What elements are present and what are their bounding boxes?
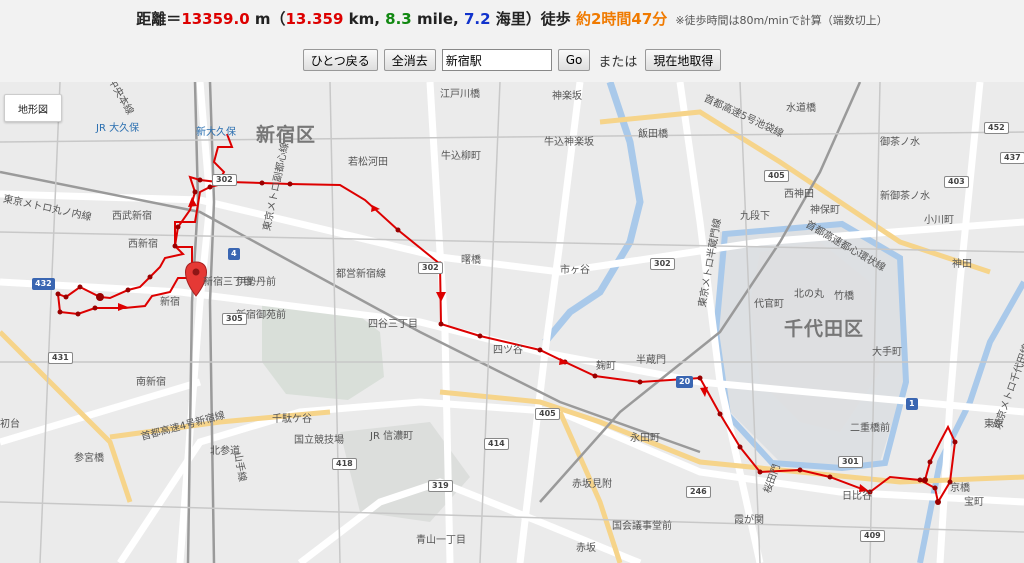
place-label: JR 大久保 bbox=[96, 123, 140, 134]
map-area[interactable]: 地形図 新宿区 千代田区 JR 大久保 新大久保 中央本線 東京メトロ丸ノ内線 … bbox=[0, 82, 1024, 563]
or-text: または bbox=[598, 54, 638, 70]
terrain-toggle-button[interactable]: 地形図 bbox=[4, 94, 62, 122]
place-label: 神田 bbox=[952, 259, 972, 270]
place-label: 南新宿 bbox=[136, 377, 166, 388]
distance-readout: 距離＝13359.0 m（13.359 km, 8.3 mile, 7.2 海里… bbox=[0, 8, 1024, 29]
top-bar: 距離＝13359.0 m（13.359 km, 8.3 mile, 7.2 海里… bbox=[0, 0, 1024, 82]
place-label: 宝町 bbox=[964, 497, 984, 508]
route-shield: 403 bbox=[944, 176, 969, 188]
ward-label: 千代田区 bbox=[784, 318, 865, 340]
place-label: 九段下 bbox=[740, 211, 770, 222]
route-shield: 405 bbox=[764, 170, 789, 182]
place-label: 霞が関 bbox=[734, 515, 764, 526]
route-shield: 246 bbox=[686, 486, 711, 498]
place-label: 代官町 bbox=[754, 299, 784, 310]
place-label: 若松河田 bbox=[348, 157, 388, 168]
route-shield: 414 bbox=[484, 438, 509, 450]
route-shield: 302 bbox=[418, 262, 443, 274]
route-shield: 319 bbox=[428, 480, 453, 492]
place-label: 初台 bbox=[0, 419, 20, 430]
place-label: 新大久保 bbox=[196, 127, 236, 138]
place-label: 国会議事堂前 bbox=[612, 521, 672, 532]
route-shield: 437 bbox=[1000, 152, 1024, 164]
route-shield: 1 bbox=[906, 398, 918, 410]
route-shield: 301 bbox=[838, 456, 863, 468]
place-label: 牛込神楽坂 bbox=[544, 137, 594, 148]
place-label: 四ツ谷 bbox=[493, 345, 523, 356]
route-shield: 405 bbox=[535, 408, 560, 420]
walk-note: ※徒歩時間は80m/minで計算（端数切上） bbox=[675, 14, 888, 27]
walk-label: 徒歩 bbox=[540, 10, 576, 28]
distance-meters: 13359.0 bbox=[181, 10, 250, 28]
route-shield: 432 bbox=[32, 278, 55, 290]
place-label: 西武新宿 bbox=[112, 211, 152, 222]
go-button[interactable]: Go bbox=[557, 49, 591, 71]
place-label: 参宮橋 bbox=[74, 453, 104, 464]
distance-km-unit: km, bbox=[343, 10, 386, 28]
place-label: 青山一丁目 bbox=[416, 535, 466, 546]
route-shield: 452 bbox=[984, 122, 1009, 134]
place-label: 国立競技場 bbox=[294, 435, 344, 446]
controls-row: ひとつ戻る 全消去 Go または 現在地取得 bbox=[0, 49, 1024, 71]
place-label: 曙橋 bbox=[461, 255, 481, 266]
place-label: 都営新宿線 bbox=[336, 269, 386, 280]
place-label: 半蔵門 bbox=[636, 355, 666, 366]
place-label: 赤坂 bbox=[576, 543, 596, 554]
place-label: 新宿 bbox=[160, 297, 180, 308]
distance-mile: 8.3 bbox=[385, 10, 412, 28]
undo-button[interactable]: ひとつ戻る bbox=[302, 49, 378, 71]
clear-all-button[interactable]: 全消去 bbox=[383, 49, 436, 71]
distance-mile-unit: mile, bbox=[411, 10, 464, 28]
current-location-button[interactable]: 現在地取得 bbox=[645, 49, 722, 71]
route-shield: 302 bbox=[212, 174, 237, 186]
place-label: 竹橋 bbox=[834, 291, 854, 302]
place-label: 北の丸 bbox=[794, 289, 824, 300]
place-label: 永田町 bbox=[630, 433, 660, 444]
place-label: 西神田 bbox=[784, 189, 814, 200]
place-label: 大手町 bbox=[872, 347, 902, 358]
route-shield: 418 bbox=[332, 458, 357, 470]
place-label: 市ヶ谷 bbox=[560, 265, 590, 276]
route-shield: 20 bbox=[676, 376, 694, 388]
route-shield: 305 bbox=[222, 313, 247, 325]
place-label: 新御茶ノ水 bbox=[880, 191, 930, 202]
distance-km: 13.359 bbox=[285, 10, 344, 28]
place-label: 四谷三丁目 bbox=[368, 319, 418, 330]
place-label: 二重橋前 bbox=[850, 423, 890, 434]
place-label: 西新宿 bbox=[128, 239, 158, 250]
place-label: JR 信濃町 bbox=[370, 431, 414, 442]
place-label: 飯田橋 bbox=[638, 129, 668, 140]
place-label: 赤坂見附 bbox=[572, 479, 612, 490]
place-label: 牛込柳町 bbox=[441, 151, 481, 162]
route-shield: 409 bbox=[860, 530, 885, 542]
distance-nm: 7.2 bbox=[463, 10, 491, 28]
place-label: 千駄ケ谷 bbox=[272, 414, 312, 425]
walk-time: 約2時間47分 bbox=[576, 10, 668, 28]
route-shield: 4 bbox=[228, 248, 240, 260]
place-label: 神楽坂 bbox=[552, 91, 582, 102]
place-label: 伊勢丹前 bbox=[236, 277, 276, 288]
place-label: 小川町 bbox=[924, 215, 954, 226]
place-label: 水道橋 bbox=[786, 103, 816, 114]
place-label: 御茶ノ水 bbox=[880, 137, 920, 148]
place-label: 麹町 bbox=[596, 361, 616, 372]
place-label: 神保町 bbox=[810, 205, 840, 216]
distance-nm-unit: 海里） bbox=[490, 10, 541, 28]
route-shield: 431 bbox=[48, 352, 73, 364]
place-label: 日比谷 bbox=[842, 491, 872, 502]
place-label: 江戸川橋 bbox=[440, 89, 480, 100]
distance-m-unit: m（ bbox=[249, 10, 286, 28]
route-shield: 302 bbox=[650, 258, 675, 270]
place-label: 京橋 bbox=[950, 483, 970, 494]
distance-label: 距離＝ bbox=[136, 10, 182, 28]
search-input[interactable] bbox=[441, 49, 552, 71]
